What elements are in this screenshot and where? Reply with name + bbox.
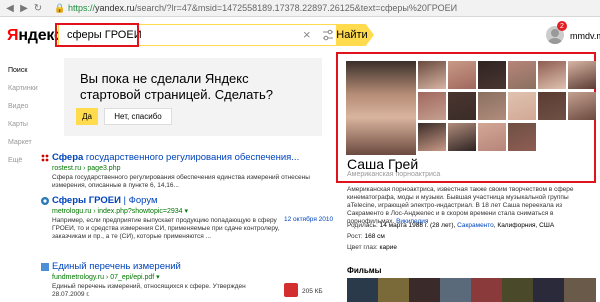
site-favicon-icon	[41, 154, 49, 162]
fact-born-value: 14 марта 1988 г. (28 лет),	[379, 222, 456, 229]
photo-thumbnail[interactable]	[508, 61, 536, 89]
result-file-size: 205 КБ	[302, 288, 323, 295]
photo-thumbnail[interactable]	[448, 61, 476, 89]
nav-item-more[interactable]: Ещё	[8, 156, 38, 174]
result-title-bold: Сфера	[52, 152, 84, 163]
nav-item-images[interactable]: Картинки	[8, 84, 38, 102]
pdf-icon	[284, 283, 298, 297]
film-poster[interactable]	[440, 278, 472, 302]
fact-eyes-value: карие	[379, 244, 398, 251]
knowledge-panel-title: Саша Грей	[347, 156, 419, 172]
photo-thumbnail[interactable]	[418, 92, 446, 120]
search-result: Единый перечень измерений fundmetrology.…	[41, 261, 332, 299]
site-favicon-icon	[41, 263, 49, 271]
promo-yes-button[interactable]: Да	[76, 108, 98, 125]
film-poster[interactable]	[471, 278, 503, 302]
result-title-rest: Единый перечень измерений	[52, 261, 181, 272]
logo-letter: Я	[7, 27, 19, 44]
born-place-link[interactable]: Сакраменто	[457, 222, 494, 229]
photo-thumbnail[interactable]	[448, 123, 476, 151]
promo-no-button[interactable]: Нет, спасибо	[104, 108, 172, 125]
photo-thumbnail[interactable]	[568, 61, 596, 89]
reload-icon[interactable]: ↻	[32, 2, 44, 14]
photo-thumbnail[interactable]	[418, 61, 446, 89]
photo-thumbnail[interactable]	[538, 92, 566, 120]
promo-text: Вы пока не сделали Яндекс стартовой стра…	[80, 71, 274, 102]
photo-thumbnail[interactable]	[418, 123, 446, 151]
result-date: 12 октября 2010	[284, 216, 334, 223]
result-url[interactable]: rostest.ru › page3.php	[52, 164, 332, 174]
result-title-bold: Сферы ГРОЕИ	[52, 195, 121, 206]
back-icon[interactable]: ◀	[4, 2, 16, 14]
result-snippet: Например, если предприятие выпускает про…	[52, 217, 280, 240]
description-text: Американская порноактриса, известная так…	[347, 186, 574, 225]
clear-icon[interactable]: ×	[303, 27, 311, 42]
photo-thumbnail[interactable]	[538, 61, 566, 89]
photo-thumbnail[interactable]	[478, 61, 506, 89]
url-host: yandex.ru	[95, 3, 135, 13]
photo-thumbnail[interactable]	[478, 92, 506, 120]
find-button[interactable]: Найти	[336, 24, 374, 46]
fact-eyes-label: Цвет глаз:	[347, 244, 378, 251]
photo-thumbnail[interactable]	[508, 92, 536, 120]
nav-item-search[interactable]: Поиск	[8, 66, 38, 84]
photo-thumbnail[interactable]	[508, 123, 536, 151]
film-poster[interactable]	[378, 278, 410, 302]
result-url[interactable]: fundmetrology.ru › 07_epi/epi.pdf ▾	[52, 273, 332, 283]
result-title-rest: государственного регулирования обеспечен…	[83, 152, 300, 163]
knowledge-panel-description: Американская порноактриса, известная так…	[347, 186, 595, 226]
result-title-link[interactable]: Единый перечень измерений	[52, 261, 332, 273]
forward-icon[interactable]: ▶	[18, 2, 30, 14]
photo-thumbnail[interactable]	[448, 92, 476, 120]
result-title-link[interactable]: Сферы ГРОЕИ | Форум	[52, 195, 332, 207]
knowledge-panel-main-photo[interactable]	[346, 61, 416, 155]
site-favicon-icon	[41, 197, 49, 205]
query-highlight-frame	[55, 23, 139, 47]
film-poster[interactable]	[564, 278, 596, 302]
photo-thumbnail[interactable]	[568, 92, 596, 120]
browser-address-bar: ◀ ▶ ↻ 🔒 https://yandex.ru/search/?lr=47&…	[0, 0, 600, 17]
user-name[interactable]: mmdv.mm	[570, 31, 600, 41]
fact-born: Родилась: 14 марта 1988 г. (28 лет), Сак…	[347, 221, 554, 230]
film-poster[interactable]	[347, 278, 379, 302]
film-poster[interactable]	[409, 278, 441, 302]
result-title-link[interactable]: Сфера государственного регулирования обе…	[52, 152, 332, 164]
lock-icon: 🔒	[54, 2, 66, 13]
fact-height-label: Рост:	[347, 233, 363, 240]
fact-height-value: 168 см	[364, 233, 385, 240]
film-poster[interactable]	[533, 278, 565, 302]
notification-badge: 2	[557, 21, 567, 31]
knowledge-panel-subtitle: Американская порноактриса	[347, 171, 441, 178]
film-poster[interactable]	[502, 278, 534, 302]
result-snippet: Сфера государственного регулирования обе…	[52, 174, 310, 189]
nav-item-video[interactable]: Видео	[8, 102, 38, 120]
url-field[interactable]: https://yandex.ru/search/?lr=47&msid=147…	[68, 3, 457, 13]
search-settings-icon[interactable]	[321, 28, 335, 42]
nav-item-market[interactable]: Маркет	[8, 138, 38, 156]
photo-thumbnail[interactable]	[478, 123, 506, 151]
fact-height: Рост: 168 см	[347, 232, 385, 241]
url-path: /search/?lr=47&msid=1472558189.17378.228…	[134, 3, 458, 13]
left-nav: Поиск Картинки Видео Карты Маркет Ещё	[8, 66, 38, 174]
search-result: Сферы ГРОЕИ | Форум metrologu.ru › index…	[41, 195, 334, 241]
fact-eyes: Цвет глаз: карие	[347, 243, 397, 252]
url-scheme: https://	[68, 3, 96, 13]
homepage-promo: Вы пока не сделали Яндекс стартовой стра…	[64, 58, 322, 136]
fact-born-label: Родилась:	[347, 222, 378, 229]
search-result: Сфера государственного регулирования обе…	[41, 152, 332, 190]
born-place-rest: , Калифорния, США	[493, 222, 555, 229]
result-snippet: Единый перечень измерений, относящихся к…	[52, 283, 246, 298]
nav-item-maps[interactable]: Карты	[8, 120, 38, 138]
result-title-rest: | Форум	[120, 195, 158, 206]
films-heading[interactable]: Фильмы	[347, 266, 382, 275]
